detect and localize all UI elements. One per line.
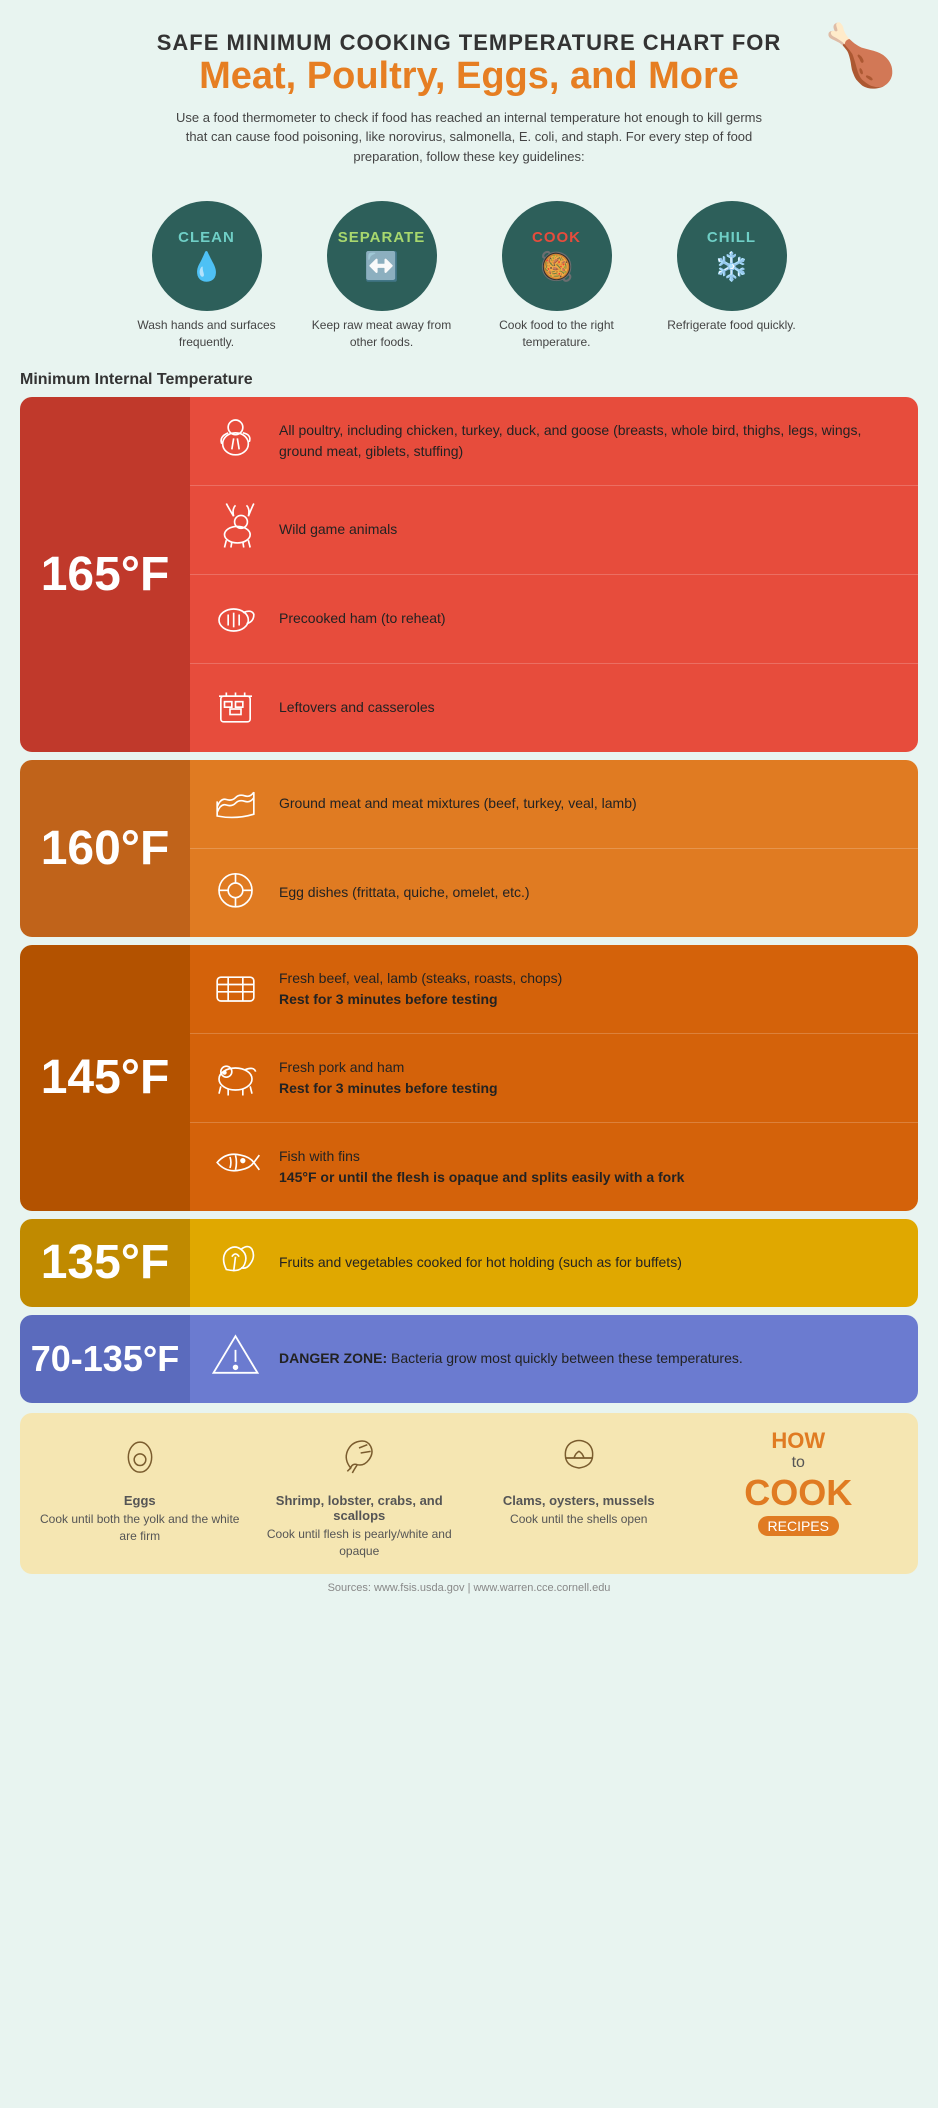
deer-icon [205,498,265,562]
temp-danger-label: 70-135°F [20,1315,190,1403]
cook-label: COOK [532,229,581,246]
temp-165-text-3: Leftovers and casseroles [279,697,435,718]
temp-danger-items: DANGER ZONE: Bacteria grow most quickly … [190,1315,918,1403]
bottom-clams: Clams, oysters, mussels Cook until the s… [474,1428,684,1528]
cook-desc: Cook food to the right temperature. [477,317,637,351]
guideline-cook: COOK 🥘 Cook food to the right temperatur… [477,201,637,351]
cook-circle: COOK 🥘 [502,201,612,311]
header-description: Use a food thermometer to check if food … [169,108,769,167]
temp-135-text-0: Fruits and vegetables cooked for hot hol… [279,1252,682,1273]
temp-145-items: Fresh beef, veal, lamb (steaks, roasts, … [190,945,918,1211]
page: SAFE MINIMUM COOKING TEMPERATURE CHART F… [0,0,938,1614]
casserole-icon [205,676,265,740]
egg-bottom-icon [115,1428,165,1488]
temp-section-165: 165°F All poultry, including chicken, tu… [20,397,918,752]
shrimp-title: Shrimp, lobster, crabs, and scallops [255,1493,465,1523]
bottom-eggs: Eggs Cook until both the yolk and the wh… [35,1428,245,1545]
temp-160-items: Ground meat and meat mixtures (beef, tur… [190,760,918,937]
warning-icon [205,1327,265,1391]
temp-160-text-0: Ground meat and meat mixtures (beef, tur… [279,793,637,814]
temp-section-160: 160°F Ground meat and meat mixtures (bee… [20,760,918,937]
chill-label: CHILL [707,229,756,246]
header: SAFE MINIMUM COOKING TEMPERATURE CHART F… [20,20,918,181]
guideline-chill: CHILL ❄️ Refrigerate food quickly. [652,201,812,351]
temp-165-item-3: Leftovers and casseroles [190,664,918,752]
chill-circle: CHILL ❄️ [677,201,787,311]
clean-icon: 💧 [189,250,224,283]
temp-section-145: 145°F Fresh beef, veal, lamb (steaks, ro… [20,945,918,1211]
separate-icon: ↔️ [364,250,399,283]
temp-165-text-1: Wild game animals [279,519,397,540]
guideline-clean: CLEAN 💧 Wash hands and surfaces frequent… [127,201,287,351]
temp-145-item-1: Fresh pork and ham Rest for 3 minutes be… [190,1034,918,1123]
temp-section-135: 135°F Fruits and vegetables cooked for h… [20,1219,918,1307]
brand-logo: HOW to COOK RECIPES [694,1428,904,1536]
shrimp-icon [334,1428,384,1488]
beef-icon [205,957,265,1021]
cook-icon: 🥘 [539,250,574,283]
bottom-shrimp: Shrimp, lobster, crabs, and scallops Coo… [255,1428,465,1560]
clean-circle: CLEAN 💧 [152,201,262,311]
temp-danger-item-0: DANGER ZONE: Bacteria grow most quickly … [190,1315,918,1403]
separate-desc: Keep raw meat away from other foods. [302,317,462,351]
clam-icon [554,1428,604,1488]
separate-circle: SEPARATE ↔️ [327,201,437,311]
temp-165-text-0: All poultry, including chicken, turkey, … [279,420,903,462]
poultry-icon [205,409,265,473]
temp-145-label: 145°F [20,945,190,1211]
temp-160-item-1: Egg dishes (frittata, quiche, omelet, et… [190,849,918,937]
temp-145-item-2: Fish with fins 145°F or until the flesh … [190,1123,918,1211]
temp-145-text-1: Fresh pork and ham Rest for 3 minutes be… [279,1057,498,1099]
eggs-title: Eggs [124,1493,156,1508]
guideline-separate: SEPARATE ↔️ Keep raw meat away from othe… [302,201,462,351]
bottom-row: Eggs Cook until both the yolk and the wh… [20,1413,918,1575]
section-label: Minimum Internal Temperature [20,371,918,389]
temp-135-label: 135°F [20,1219,190,1307]
brand-cook: COOK [744,1472,852,1514]
temp-165-item-0: All poultry, including chicken, turkey, … [190,397,918,486]
eggs-desc: Cook until both the yolk and the white a… [35,1511,245,1545]
temp-danger-text-0: DANGER ZONE: Bacteria grow most quickly … [279,1348,743,1369]
brand-recipes: RECIPES [758,1516,839,1536]
brand-how: HOW [771,1428,825,1454]
guidelines-row: CLEAN 💧 Wash hands and surfaces frequent… [20,201,918,351]
temp-145-text-0: Fresh beef, veal, lamb (steaks, roasts, … [279,968,562,1010]
temp-165-item-2: Precooked ham (to reheat) [190,575,918,664]
clean-desc: Wash hands and surfaces frequently. [127,317,287,351]
title-bottom: Meat, Poultry, Eggs, and More [40,56,898,98]
temp-section-danger: 70-135°F DANGER ZONE: Bacteria grow most… [20,1315,918,1403]
veggie-icon [205,1231,265,1295]
ham-icon [205,587,265,651]
pork-icon [205,1046,265,1110]
temp-135-items: Fruits and vegetables cooked for hot hol… [190,1219,918,1307]
sources: Sources: www.fsis.usda.gov | www.warren.… [20,1582,918,1594]
temp-160-item-0: Ground meat and meat mixtures (beef, tur… [190,760,918,849]
shrimp-desc: Cook until flesh is pearly/white and opa… [255,1526,465,1560]
groundmeat-icon [205,772,265,836]
clean-label: CLEAN [178,229,235,246]
egg-icon [205,861,265,925]
temp-145-item-0: Fresh beef, veal, lamb (steaks, roasts, … [190,945,918,1034]
temp-165-item-1: Wild game animals [190,486,918,575]
clams-title: Clams, oysters, mussels [503,1493,655,1508]
temp-135-item-0: Fruits and vegetables cooked for hot hol… [190,1219,918,1307]
temp-165-text-2: Precooked ham (to reheat) [279,608,446,629]
temp-160-text-1: Egg dishes (frittata, quiche, omelet, et… [279,882,530,903]
temp-165-items: All poultry, including chicken, turkey, … [190,397,918,752]
chill-icon: ❄️ [714,250,749,283]
separate-label: SEPARATE [338,229,425,246]
title-top: SAFE MINIMUM COOKING TEMPERATURE CHART F… [40,30,898,56]
chill-desc: Refrigerate food quickly. [667,317,796,334]
header-icon: 🍗 [823,20,898,91]
clams-desc: Cook until the shells open [510,1511,647,1528]
temp-165-label: 165°F [20,397,190,752]
temp-145-text-2: Fish with fins 145°F or until the flesh … [279,1146,684,1188]
temp-160-label: 160°F [20,760,190,937]
fish-icon [205,1135,265,1199]
brand-to: to [792,1454,805,1472]
